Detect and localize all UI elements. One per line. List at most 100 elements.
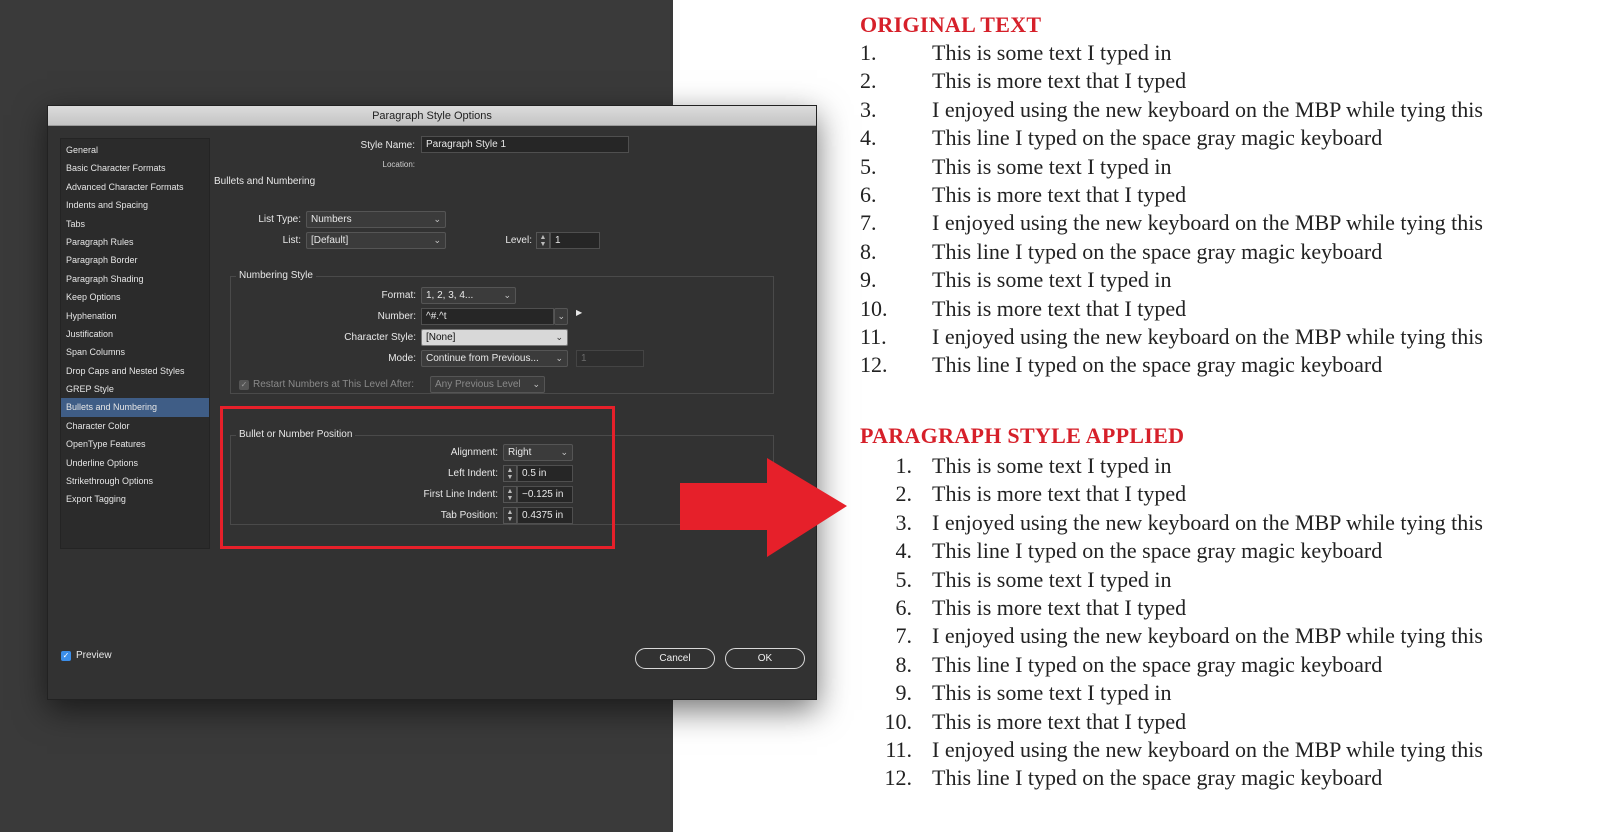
list-line: This is more text that I typed (932, 595, 1187, 620)
list-number: 12. (860, 352, 888, 378)
preview-checkbox[interactable]: ✓ (61, 651, 71, 661)
level-label: Level: (505, 235, 532, 246)
list-type-label: List Type: (258, 214, 301, 225)
sidebar-item[interactable]: Keep Options (61, 288, 209, 306)
restart-numbers-label: Restart Numbers at This Level After: (253, 379, 414, 390)
ok-button[interactable]: OK (725, 648, 805, 669)
list-line: This is more text that I typed (932, 68, 1187, 94)
sidebar-item[interactable]: Justification (61, 325, 209, 343)
list-line: This is more text that I typed (932, 708, 1187, 734)
list-line: This line I typed on the space gray magi… (932, 651, 1383, 677)
restart-level-select[interactable]: Any Previous Level ⌄ (430, 376, 545, 393)
sidebar-item[interactable]: Paragraph Shading (61, 270, 209, 288)
mode-select[interactable]: Continue from Previous... ⌄ (421, 350, 568, 367)
sidebar-item[interactable]: OpenType Features (61, 435, 209, 453)
list-line: I enjoyed using the new keyboard on the … (932, 96, 1483, 122)
level-stepper[interactable]: ▲ ▼ (536, 232, 550, 249)
list-line: This is some text I typed in (932, 153, 1172, 179)
chevron-down-icon: ⌄ (555, 332, 563, 342)
chevron-down-icon: ⌄ (555, 353, 563, 363)
list-number: 10. (884, 708, 913, 734)
chevron-down-icon: ⌄ (557, 311, 565, 321)
sidebar-item[interactable]: Indents and Spacing (61, 196, 209, 214)
list-line: This is more text that I typed (932, 182, 1187, 207)
style-name-label: Style Name: (360, 140, 415, 151)
sidebar-item[interactable]: GREP Style (61, 380, 209, 398)
list-line: I enjoyed using the new keyboard on the … (932, 509, 1483, 535)
section-title: Bullets and Numbering (214, 176, 316, 187)
list-line: I enjoyed using the new keyboard on the … (932, 324, 1483, 349)
category-list: General Basic Character Formats Advanced C… (60, 138, 210, 549)
list-number: 5. (860, 153, 877, 179)
list-label: List: (282, 235, 301, 246)
list-value: [Default] (311, 235, 349, 246)
format-label: Format: (381, 290, 416, 301)
chevron-down-icon: ⌄ (503, 290, 511, 300)
character-style-label: Character Style: (344, 332, 416, 343)
sidebar-item[interactable]: Span Columns (61, 343, 209, 361)
sidebar-item[interactable]: Underline Options (61, 454, 209, 472)
paragraph-style-options-dialog: Paragraph Style Options General Basic Cha… (47, 105, 817, 700)
list-line: This is more text that I typed (932, 295, 1187, 321)
dialog-title: Paragraph Style Options (48, 106, 816, 126)
number-dropdown[interactable]: ⌄ (554, 308, 568, 325)
list-line: This is some text I typed in (932, 453, 1172, 478)
list-line: This is more text that I typed (932, 481, 1187, 507)
number-input[interactable]: ^#.^t (421, 308, 554, 325)
highlight-box (220, 406, 615, 549)
sidebar-item[interactable]: Export Tagging (61, 490, 209, 508)
list-line: This is some text I typed in (932, 566, 1172, 592)
cancel-button[interactable]: Cancel (635, 648, 715, 669)
sidebar-item[interactable]: Drop Caps and Nested Styles (61, 362, 209, 380)
list-number: 8. (860, 238, 877, 264)
list-number: 4. (860, 125, 877, 151)
list-number: 3. (895, 509, 913, 535)
list-line: I enjoyed using the new keyboard on the … (932, 210, 1483, 236)
list-number: 1. (895, 453, 913, 478)
list-number: 5. (895, 566, 913, 592)
character-style-value: [None] (426, 332, 456, 343)
list-number: 7. (860, 210, 877, 236)
sidebar-item[interactable]: Paragraph Border (61, 251, 209, 269)
list-line: This is some text I typed in (932, 680, 1172, 706)
mode-start-number-input[interactable]: 1 (576, 350, 644, 367)
list-select[interactable]: [Default] ⌄ (306, 232, 446, 249)
number-label: Number: (377, 311, 416, 322)
sidebar-item[interactable]: Paragraph Rules (61, 233, 209, 251)
applied-heading: PARAGRAPH STYLE APPLIED (860, 423, 1185, 448)
style-name-input[interactable]: Paragraph Style 1 (421, 136, 629, 153)
chevron-down-icon: ⌄ (433, 214, 441, 224)
list-type-value: Numbers (311, 214, 352, 225)
sidebar-item[interactable]: Hyphenation (61, 307, 209, 325)
format-select[interactable]: 1, 2, 3, 4... ⌄ (421, 287, 516, 304)
list-type-select[interactable]: Numbers ⌄ (306, 211, 446, 228)
chevron-down-icon: ⌄ (532, 379, 540, 389)
sidebar-item[interactable]: Basic Character Formats (61, 159, 209, 177)
list-number: 6. (860, 182, 877, 207)
list-line: This is some text I typed in (932, 40, 1172, 65)
list-number: 11. (885, 737, 912, 762)
sidebar-item[interactable]: Bullets and Numbering (61, 398, 209, 417)
list-number: 9. (860, 267, 877, 293)
list-line: This line I typed on the space gray magi… (932, 238, 1383, 264)
sidebar-item[interactable]: General (61, 141, 209, 159)
mode-value: Continue from Previous... (426, 353, 539, 364)
list-number: 2. (860, 68, 877, 94)
sidebar-item[interactable]: Tabs (61, 215, 209, 233)
location-label: Location: (382, 160, 415, 169)
list-line: I enjoyed using the new keyboard on the … (932, 737, 1483, 762)
sidebar-item[interactable]: Advanced Character Formats (61, 178, 209, 196)
sidebar-item[interactable]: Strikethrough Options (61, 472, 209, 490)
preview-label: Preview (76, 650, 112, 661)
chevron-down-icon: ⌄ (433, 235, 441, 245)
list-number: 9. (895, 680, 913, 706)
format-value: 1, 2, 3, 4... (426, 290, 474, 301)
level-input[interactable]: 1 (550, 232, 600, 249)
list-number: 10. (860, 295, 888, 321)
insert-special-character-icon[interactable]: ▶ (576, 308, 582, 317)
restart-numbers-checkbox[interactable]: ✓ (239, 380, 249, 390)
sidebar-item[interactable]: Character Color (61, 417, 209, 435)
list-line: This line I typed on the space gray magi… (932, 125, 1383, 151)
list-number: 8. (895, 651, 913, 677)
character-style-select[interactable]: [None] ⌄ (421, 329, 568, 346)
